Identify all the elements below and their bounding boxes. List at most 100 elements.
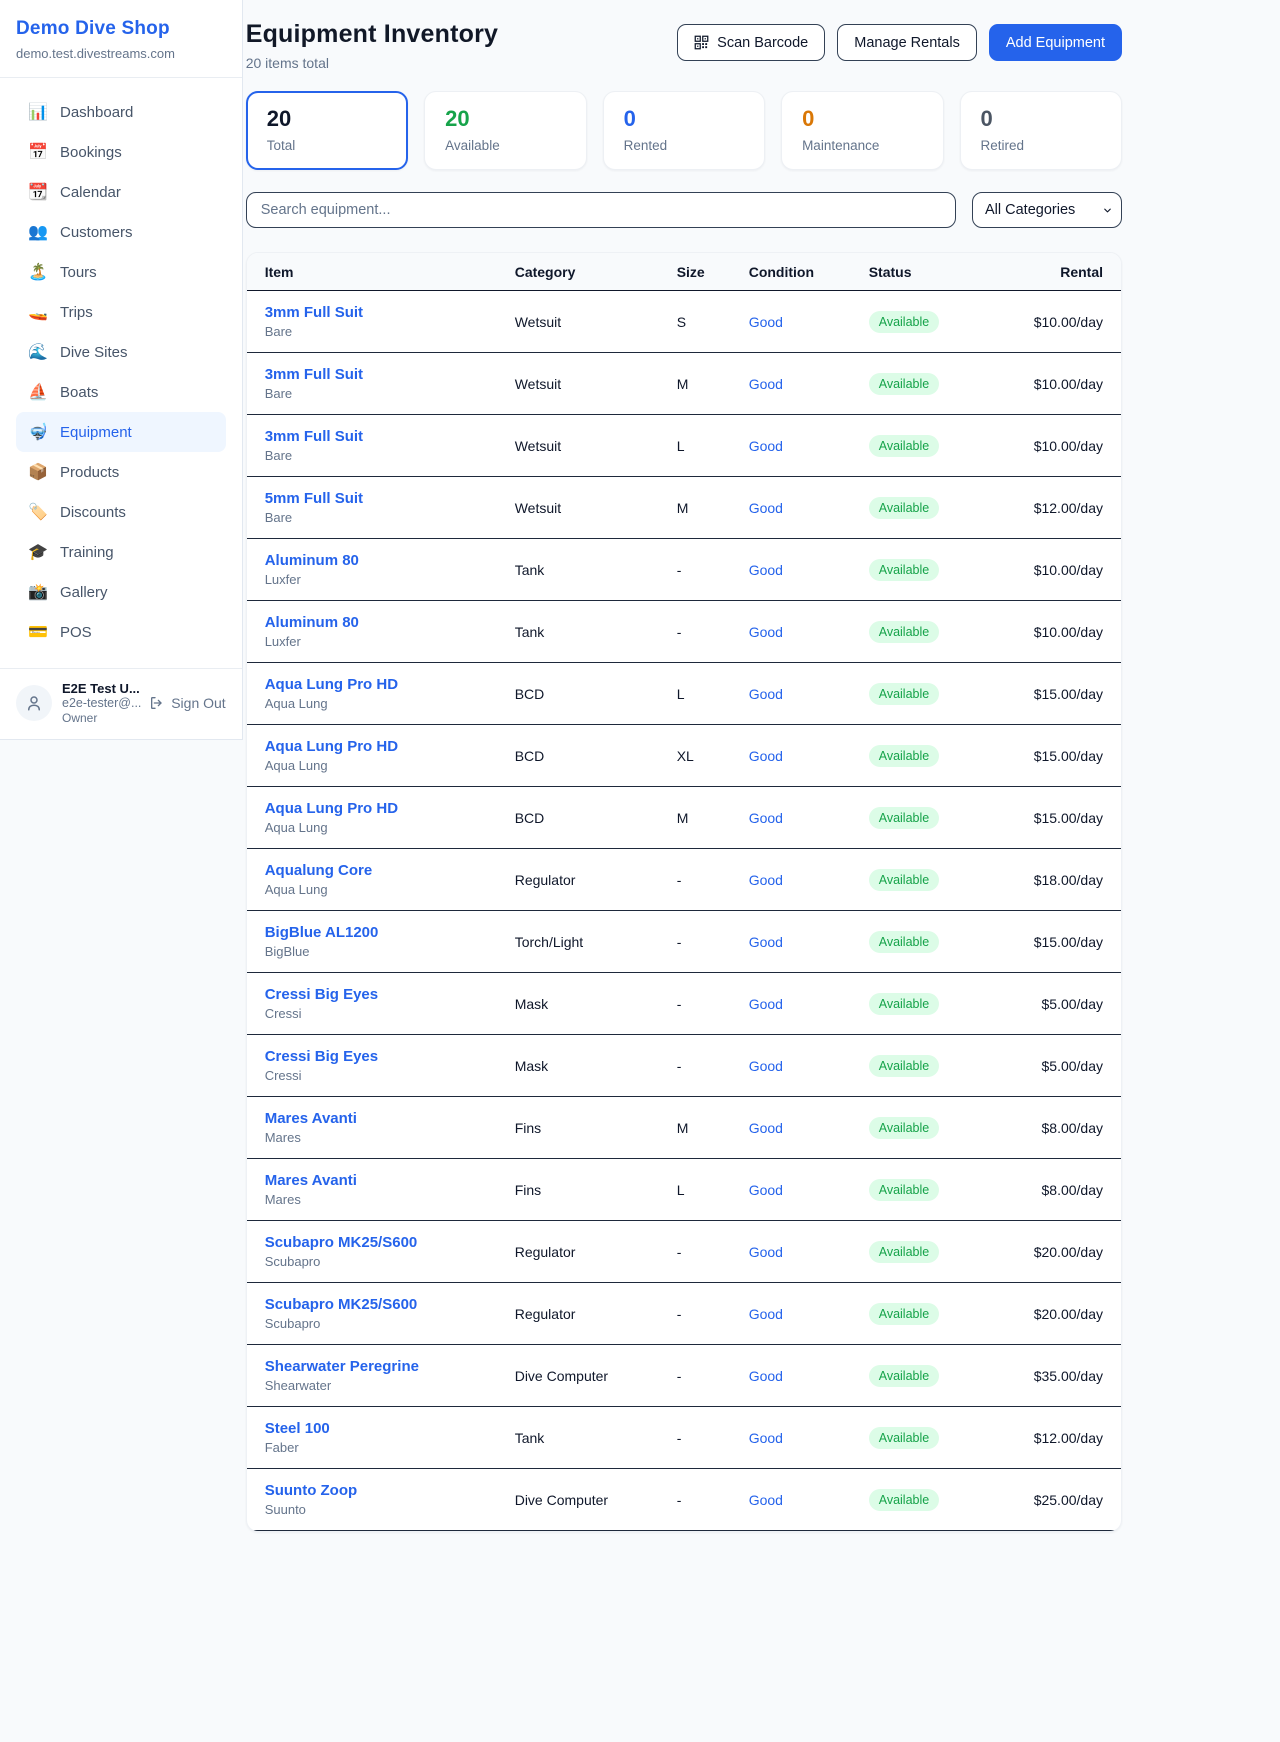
sidebar-item[interactable]: 🤿 Equipment — [16, 412, 226, 452]
add-equipment-button[interactable]: Add Equipment — [989, 24, 1122, 61]
sidebar-item[interactable]: 👥 Customers — [16, 212, 226, 252]
equipment-table: Item Category Size Condition Status Rent… — [246, 252, 1122, 1532]
item-brand: Cressi — [265, 1068, 515, 1083]
stat-card[interactable]: 0 Retired — [960, 91, 1122, 170]
item-size: M — [677, 376, 749, 392]
item-condition-link[interactable]: Good — [749, 686, 869, 702]
sidebar-item[interactable]: 📅 Bookings — [16, 132, 226, 172]
sidebar-item-icon: 📊 — [28, 102, 48, 122]
item-name-link[interactable]: Scubapro MK25/S600 — [265, 1234, 515, 1251]
stat-card[interactable]: 0 Maintenance — [781, 91, 943, 170]
sidebar-item[interactable]: 🏷️ Discounts — [16, 492, 226, 532]
sidebar-item[interactable]: 📊 Dashboard — [16, 92, 226, 132]
item-name-link[interactable]: 3mm Full Suit — [265, 304, 515, 321]
brand-block: Demo Dive Shop demo.test.divestreams.com — [0, 14, 242, 78]
item-name-link[interactable]: 3mm Full Suit — [265, 366, 515, 383]
item-condition-link[interactable]: Good — [749, 1182, 869, 1198]
item-size: - — [677, 624, 749, 640]
sidebar-item[interactable]: 🎓 Training — [16, 532, 226, 572]
manage-rentals-label: Manage Rentals — [854, 35, 960, 51]
item-rental-price: $10.00/day — [1034, 562, 1103, 578]
sidebar-item[interactable]: ⛵ Boats — [16, 372, 226, 412]
table-row: 5mm Full Suit Bare Wetsuit M Good Availa… — [247, 477, 1121, 539]
user-block: E2E Test U... e2e-tester@... Owner Sign … — [0, 668, 242, 739]
item-size: M — [677, 500, 749, 516]
item-name-link[interactable]: Steel 100 — [265, 1420, 515, 1437]
item-condition-link[interactable]: Good — [749, 1492, 869, 1508]
item-name-link[interactable]: 5mm Full Suit — [265, 490, 515, 507]
item-condition-link[interactable]: Good — [749, 996, 869, 1012]
manage-rentals-button[interactable]: Manage Rentals — [837, 24, 977, 61]
sidebar-item[interactable]: 💳 POS — [16, 612, 226, 652]
sidebar-item-label: Bookings — [60, 144, 122, 161]
item-name-link[interactable]: Cressi Big Eyes — [265, 1048, 515, 1065]
page-title: Equipment Inventory — [246, 20, 498, 49]
item-condition-link[interactable]: Good — [749, 624, 869, 640]
item-condition-link[interactable]: Good — [749, 376, 869, 392]
item-brand: BigBlue — [265, 944, 515, 959]
stat-card[interactable]: 0 Rented — [603, 91, 765, 170]
item-name-link[interactable]: Scubapro MK25/S600 — [265, 1296, 515, 1313]
item-size: - — [677, 1492, 749, 1508]
sign-out-button[interactable]: Sign Out — [149, 695, 225, 711]
item-name-link[interactable]: Aqua Lung Pro HD — [265, 800, 515, 817]
item-condition-link[interactable]: Good — [749, 1430, 869, 1446]
item-category: Regulator — [515, 872, 677, 888]
item-brand: Mares — [265, 1130, 515, 1145]
item-name-link[interactable]: Aluminum 80 — [265, 552, 515, 569]
item-condition-link[interactable]: Good — [749, 1058, 869, 1074]
sidebar-item[interactable]: 📆 Calendar — [16, 172, 226, 212]
stat-value: 0 — [802, 106, 922, 132]
item-name-link[interactable]: Shearwater Peregrine — [265, 1358, 515, 1375]
sidebar-item[interactable]: 🏝️ Tours — [16, 252, 226, 292]
sidebar-item[interactable]: 🚤 Trips — [16, 292, 226, 332]
item-brand: Bare — [265, 324, 515, 339]
item-name-link[interactable]: BigBlue AL1200 — [265, 924, 515, 941]
stat-card[interactable]: 20 Total — [246, 91, 408, 170]
item-condition-link[interactable]: Good — [749, 1120, 869, 1136]
item-condition-link[interactable]: Good — [749, 500, 869, 516]
item-condition-link[interactable]: Good — [749, 1306, 869, 1322]
sign-out-label: Sign Out — [171, 695, 225, 711]
item-name-link[interactable]: Aqua Lung Pro HD — [265, 738, 515, 755]
sidebar-item-icon: 🏝️ — [28, 262, 48, 282]
item-name-link[interactable]: Suunto Zoop — [265, 1482, 515, 1499]
item-name-link[interactable]: Aqua Lung Pro HD — [265, 676, 515, 693]
sidebar-item[interactable]: 📦 Products — [16, 452, 226, 492]
item-condition-link[interactable]: Good — [749, 748, 869, 764]
item-brand: Aqua Lung — [265, 882, 515, 897]
stat-card[interactable]: 20 Available — [424, 91, 586, 170]
item-condition-link[interactable]: Good — [749, 438, 869, 454]
item-rental-price: $20.00/day — [1034, 1244, 1103, 1260]
category-select-wrap: All Categories — [972, 192, 1122, 228]
sidebar-item-icon: 🤿 — [28, 422, 48, 442]
item-size: - — [677, 934, 749, 950]
item-name-link[interactable]: Mares Avanti — [265, 1172, 515, 1189]
item-condition-link[interactable]: Good — [749, 872, 869, 888]
item-condition-link[interactable]: Good — [749, 314, 869, 330]
sidebar-item[interactable]: 📸 Gallery — [16, 572, 226, 612]
item-name-link[interactable]: Mares Avanti — [265, 1110, 515, 1127]
item-size: - — [677, 1430, 749, 1446]
item-brand: Aqua Lung — [265, 696, 515, 711]
item-condition-link[interactable]: Good — [749, 934, 869, 950]
scan-barcode-button[interactable]: Scan Barcode — [677, 24, 825, 61]
status-badge: Available — [869, 683, 940, 705]
item-name-link[interactable]: Aluminum 80 — [265, 614, 515, 631]
item-condition-link[interactable]: Good — [749, 1244, 869, 1260]
item-brand: Luxfer — [265, 572, 515, 587]
table-row: Shearwater Peregrine Shearwater Dive Com… — [247, 1345, 1121, 1407]
item-name-link[interactable]: 3mm Full Suit — [265, 428, 515, 445]
item-name-link[interactable]: Aqualung Core — [265, 862, 515, 879]
status-badge: Available — [869, 1117, 940, 1139]
item-category: Mask — [515, 1058, 677, 1074]
category-select[interactable]: All Categories — [972, 192, 1122, 228]
search-input[interactable] — [246, 192, 956, 228]
status-badge: Available — [869, 559, 940, 581]
item-name-link[interactable]: Cressi Big Eyes — [265, 986, 515, 1003]
stat-label: Rented — [624, 138, 744, 153]
sidebar-item[interactable]: 🌊 Dive Sites — [16, 332, 226, 372]
item-condition-link[interactable]: Good — [749, 1368, 869, 1384]
item-condition-link[interactable]: Good — [749, 562, 869, 578]
item-condition-link[interactable]: Good — [749, 810, 869, 826]
